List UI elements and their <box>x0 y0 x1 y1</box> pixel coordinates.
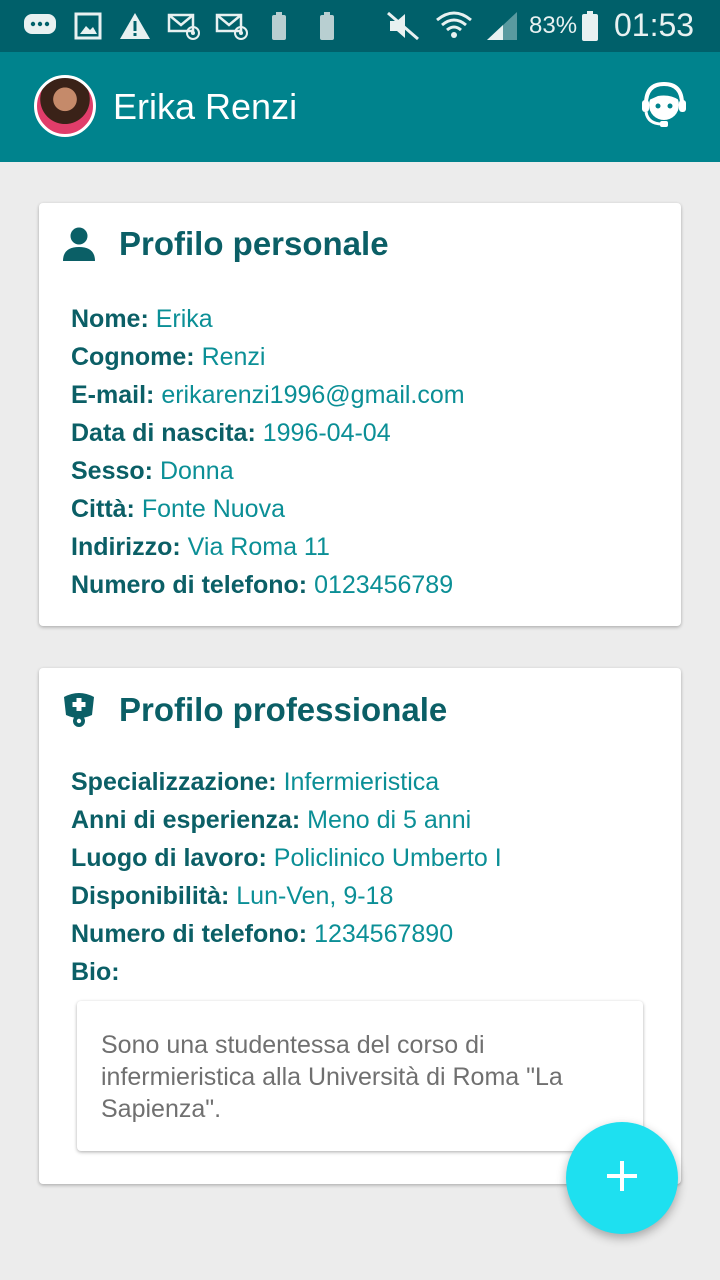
field-cognome: Cognome: Renzi <box>71 343 266 371</box>
page-title: Erika Renzi <box>113 86 298 127</box>
field-bio-label: Bio: <box>71 958 120 986</box>
card-title: Profilo personale <box>119 225 389 262</box>
battery-percent: 83% <box>529 12 578 39</box>
plus-icon <box>605 1159 639 1198</box>
battery-icon <box>578 10 602 42</box>
field-sex: Sesso: Donna <box>71 457 234 485</box>
field-availability: Disponibilità: Lun-Ven, 9-18 <box>71 882 394 910</box>
battery-icon <box>268 10 290 42</box>
field-work-phone: Numero di telefono: 1234567890 <box>71 920 454 948</box>
field-email: E-mail: erikarenzi1996@gmail.com <box>71 381 465 409</box>
personal-profile-card: Profilo personale Nome: Erika Cognome: R… <box>39 203 681 626</box>
support-agent-icon <box>638 78 690 135</box>
mail-at-icon <box>166 10 202 42</box>
warning-icon <box>118 10 152 42</box>
clock: 01:53 <box>614 7 695 43</box>
field-phone: Numero di telefono: 0123456789 <box>71 571 454 599</box>
card-title: Profilo professionale <box>119 691 448 728</box>
mail-at-icon <box>214 10 250 42</box>
support-agent-button[interactable] <box>636 78 692 134</box>
field-specialization: Specializzazione: Infermieristica <box>71 768 440 796</box>
field-workplace: Luogo di lavoro: Policlinico Umberto I <box>71 844 502 872</box>
battery-icon <box>316 10 338 42</box>
professional-profile-card: Profilo professionale Specializzazione: … <box>39 668 681 1184</box>
field-city: Città: Fonte Nuova <box>71 495 285 523</box>
avatar[interactable] <box>34 75 96 137</box>
message-icon <box>22 10 58 42</box>
status-bar: 83% 01:53 <box>0 0 720 52</box>
field-birth-date: Data di nascita: 1996-04-04 <box>71 419 391 447</box>
person-icon <box>61 224 97 264</box>
add-button[interactable] <box>566 1122 678 1234</box>
app-bar: Erika Renzi <box>0 52 720 162</box>
signal-icon <box>484 10 520 42</box>
wifi-icon <box>434 10 474 42</box>
field-address: Indirizzo: Via Roma 11 <box>71 533 330 561</box>
image-icon <box>72 10 104 42</box>
nurse-icon <box>61 690 97 730</box>
field-nome: Nome: Erika <box>71 305 213 333</box>
field-experience: Anni di esperienza: Meno di 5 anni <box>71 806 472 834</box>
bio-text: Sono una studentessa del corso di inferm… <box>77 1001 643 1151</box>
mute-icon <box>384 10 422 42</box>
